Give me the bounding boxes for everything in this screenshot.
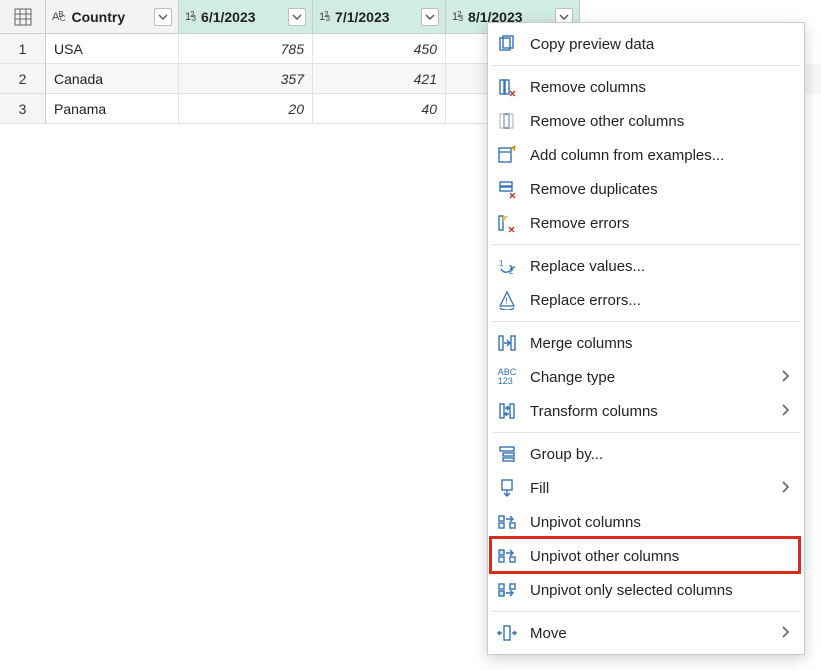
menu-separator — [492, 321, 800, 322]
svg-text:1: 1 — [499, 259, 504, 268]
change-type-icon: ABC123 — [496, 366, 518, 388]
rownum-column: 123 — [0, 0, 46, 124]
cell[interactable]: 357 — [179, 64, 313, 94]
menu-item-label: Add column from examples... — [530, 147, 790, 164]
menu-separator — [492, 244, 800, 245]
row-number[interactable]: 3 — [0, 94, 45, 124]
column-label: 6/1/2023 — [201, 9, 284, 25]
menu-item-label: Unpivot only selected columns — [530, 582, 790, 599]
copy-preview-icon — [496, 33, 518, 55]
menu-item-label: Merge columns — [530, 335, 790, 352]
remove-err-icon — [496, 212, 518, 234]
menu-item-replace-errs[interactable]: ! Replace errors... — [488, 283, 804, 317]
chevron-right-icon — [780, 625, 790, 642]
column-filter-button[interactable] — [288, 8, 306, 26]
context-menu: Copy preview data Remove columns Remove ot… — [487, 22, 805, 655]
merge-icon — [496, 332, 518, 354]
menu-item-label: Remove errors — [530, 215, 790, 232]
type-text-icon: ABC — [52, 11, 67, 23]
column-header-2[interactable]: 123 7/1/2023 — [313, 0, 446, 34]
cell[interactable]: Canada — [46, 64, 179, 94]
menu-item-label: Fill — [530, 480, 768, 497]
column-label: 7/1/2023 — [335, 9, 417, 25]
menu-item-remove-cols[interactable]: Remove columns — [488, 70, 804, 104]
menu-item-label: Remove other columns — [530, 113, 790, 130]
menu-item-label: Replace values... — [530, 258, 790, 275]
menu-item-unpivot-other[interactable]: Unpivot other columns — [488, 539, 804, 573]
row-number[interactable]: 1 — [0, 34, 45, 64]
menu-item-label: Change type — [530, 369, 768, 386]
remove-other-icon — [496, 110, 518, 132]
table-icon — [14, 8, 32, 26]
chevron-right-icon — [780, 403, 790, 420]
menu-item-unpivot-sel[interactable]: Unpivot only selected columns — [488, 573, 804, 607]
remove-dup-icon — [496, 178, 518, 200]
select-all-corner[interactable] — [0, 0, 45, 34]
menu-item-label: Unpivot columns — [530, 514, 790, 531]
cell[interactable]: USA — [46, 34, 179, 64]
column-filter-button[interactable] — [154, 8, 172, 26]
move-icon — [496, 622, 518, 644]
menu-item-transform[interactable]: Transform columns — [488, 394, 804, 428]
type-number-icon: 123 — [319, 11, 331, 23]
transform-icon — [496, 400, 518, 422]
menu-item-move[interactable]: Move — [488, 616, 804, 650]
menu-item-replace-vals[interactable]: 12 Replace values... — [488, 249, 804, 283]
menu-item-remove-dup[interactable]: Remove duplicates — [488, 172, 804, 206]
menu-item-label: Replace errors... — [530, 292, 790, 309]
unpivot-other-icon — [496, 545, 518, 567]
replace-vals-icon: 12 — [496, 255, 518, 277]
remove-cols-icon — [496, 76, 518, 98]
menu-item-copy-preview[interactable]: Copy preview data — [488, 27, 804, 61]
row-number[interactable]: 2 — [0, 64, 45, 94]
menu-separator — [492, 611, 800, 612]
menu-item-remove-err[interactable]: Remove errors — [488, 206, 804, 240]
menu-item-merge[interactable]: Merge columns — [488, 326, 804, 360]
menu-item-add-example[interactable]: Add column from examples... — [488, 138, 804, 172]
type-number-icon: 123 — [185, 11, 197, 23]
menu-item-label: Copy preview data — [530, 36, 790, 53]
fill-icon — [496, 477, 518, 499]
menu-item-label: Remove columns — [530, 79, 790, 96]
cell[interactable]: 785 — [179, 34, 313, 64]
cell[interactable]: 40 — [313, 94, 446, 124]
cell[interactable]: 450 — [313, 34, 446, 64]
svg-text:!: ! — [505, 296, 508, 306]
unpivot-sel-icon — [496, 579, 518, 601]
unpivot-icon — [496, 511, 518, 533]
chevron-right-icon — [780, 480, 790, 497]
cell[interactable]: 421 — [313, 64, 446, 94]
cell[interactable]: Panama — [46, 94, 179, 124]
menu-item-unpivot[interactable]: Unpivot columns — [488, 505, 804, 539]
menu-item-group-by[interactable]: Group by... — [488, 437, 804, 471]
menu-item-change-type[interactable]: ABC123 Change type — [488, 360, 804, 394]
column-header-1[interactable]: 123 6/1/2023 — [179, 0, 313, 34]
chevron-right-icon — [780, 369, 790, 386]
type-number-icon: 123 — [452, 11, 464, 23]
menu-item-fill[interactable]: Fill — [488, 471, 804, 505]
column-filter-button[interactable] — [421, 8, 439, 26]
menu-separator — [492, 65, 800, 66]
column-header-0[interactable]: ABC Country — [46, 0, 179, 34]
menu-item-label: Remove duplicates — [530, 181, 790, 198]
menu-item-label: Transform columns — [530, 403, 768, 420]
replace-errs-icon: ! — [496, 289, 518, 311]
menu-item-label: Move — [530, 625, 768, 642]
menu-separator — [492, 432, 800, 433]
menu-item-remove-other[interactable]: Remove other columns — [488, 104, 804, 138]
column-label: Country — [71, 9, 150, 25]
add-example-icon — [496, 144, 518, 166]
menu-item-label: Group by... — [530, 446, 790, 463]
cell[interactable]: 20 — [179, 94, 313, 124]
menu-item-label: Unpivot other columns — [530, 548, 790, 565]
group-by-icon — [496, 443, 518, 465]
